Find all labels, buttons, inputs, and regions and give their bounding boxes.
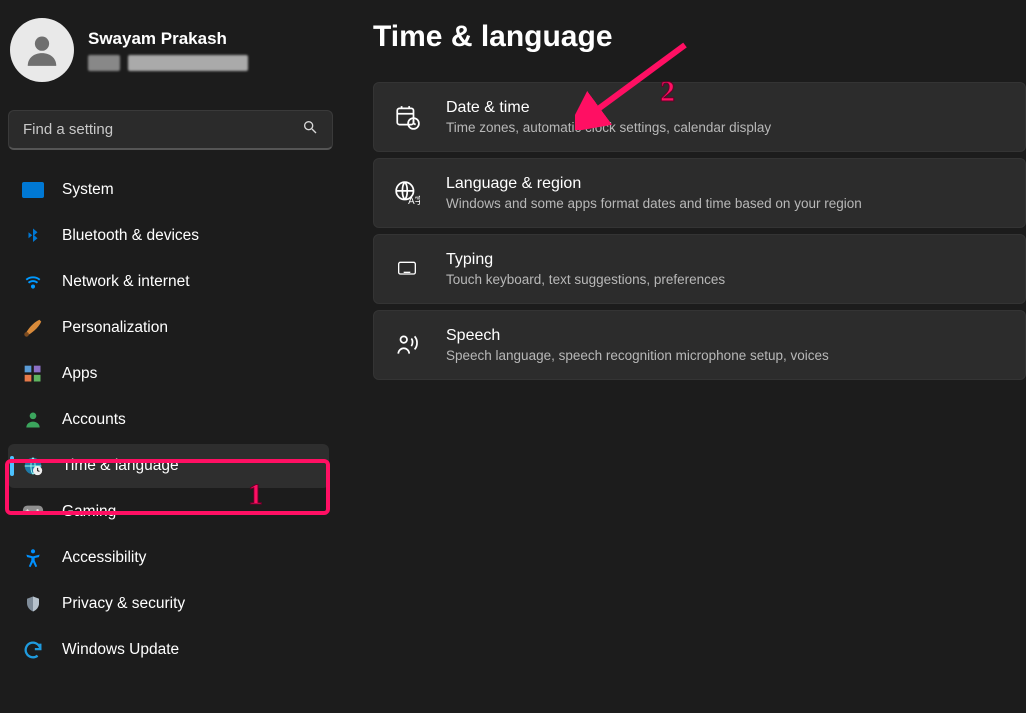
sidebar-item-label: Bluetooth & devices xyxy=(62,227,199,245)
sidebar-item-label: Personalization xyxy=(62,319,168,337)
card-language-region[interactable]: A字 Language & region Windows and some ap… xyxy=(373,158,1026,228)
globe-language-icon: A字 xyxy=(394,180,420,206)
page-title: Time & language xyxy=(373,20,1026,54)
sidebar: Swayam Prakash Find a setting System B xyxy=(0,0,345,713)
card-title: Date & time xyxy=(446,99,771,117)
sidebar-item-apps[interactable]: Apps xyxy=(8,352,329,396)
card-speech[interactable]: Speech Speech language, speech recogniti… xyxy=(373,310,1026,380)
card-sub: Speech language, speech recognition micr… xyxy=(446,348,829,363)
card-sub: Touch keyboard, text suggestions, prefer… xyxy=(446,272,725,287)
sidebar-item-label: Accounts xyxy=(62,411,126,429)
display-icon xyxy=(22,179,44,201)
sidebar-item-accessibility[interactable]: Accessibility xyxy=(8,536,329,580)
card-title: Speech xyxy=(446,327,829,345)
sidebar-item-label: Windows Update xyxy=(62,641,179,659)
clock-globe-icon xyxy=(22,455,44,477)
main-content: Time & language Date & time Time zones, … xyxy=(345,0,1026,713)
paintbrush-icon xyxy=(22,317,44,339)
sidebar-item-label: Gaming xyxy=(62,503,116,521)
nav-list: System Bluetooth & devices Network & int… xyxy=(8,168,337,672)
wifi-icon xyxy=(22,271,44,293)
profile-block[interactable]: Swayam Prakash xyxy=(8,12,337,96)
profile-name: Swayam Prakash xyxy=(88,29,248,49)
card-title: Language & region xyxy=(446,175,862,193)
sidebar-item-privacy[interactable]: Privacy & security xyxy=(8,582,329,626)
sidebar-item-gaming[interactable]: Gaming xyxy=(8,490,329,534)
search-input[interactable]: Find a setting xyxy=(8,110,333,150)
sidebar-item-accounts[interactable]: Accounts xyxy=(8,398,329,442)
card-typing[interactable]: Typing Touch keyboard, text suggestions,… xyxy=(373,234,1026,304)
sidebar-item-system[interactable]: System xyxy=(8,168,329,212)
sidebar-item-label: Network & internet xyxy=(62,273,190,291)
search-placeholder: Find a setting xyxy=(23,121,113,138)
sidebar-item-windows-update[interactable]: Windows Update xyxy=(8,628,329,672)
apps-icon xyxy=(22,363,44,385)
calendar-clock-icon xyxy=(394,104,420,130)
card-title: Typing xyxy=(446,251,725,269)
speech-icon xyxy=(394,332,420,358)
sidebar-item-label: Accessibility xyxy=(62,549,146,567)
profile-email-redacted xyxy=(88,55,248,71)
sidebar-item-time-language[interactable]: Time & language xyxy=(8,444,329,488)
sidebar-item-bluetooth[interactable]: Bluetooth & devices xyxy=(8,214,329,258)
update-icon xyxy=(22,639,44,661)
gamepad-icon xyxy=(22,501,44,523)
keyboard-icon xyxy=(394,256,420,282)
accessibility-icon xyxy=(22,547,44,569)
card-sub: Windows and some apps format dates and t… xyxy=(446,196,862,211)
sidebar-item-label: Time & language xyxy=(62,457,179,475)
settings-card-list: Date & time Time zones, automatic clock … xyxy=(373,82,1026,380)
bluetooth-icon xyxy=(22,225,44,247)
sidebar-item-personalization[interactable]: Personalization xyxy=(8,306,329,350)
sidebar-item-label: Privacy & security xyxy=(62,595,185,613)
card-date-time[interactable]: Date & time Time zones, automatic clock … xyxy=(373,82,1026,152)
sidebar-item-label: Apps xyxy=(62,365,97,383)
shield-icon xyxy=(22,593,44,615)
search-icon xyxy=(302,119,318,140)
person-icon xyxy=(22,409,44,431)
sidebar-item-network[interactable]: Network & internet xyxy=(8,260,329,304)
avatar xyxy=(10,18,74,82)
sidebar-item-label: System xyxy=(62,181,114,199)
svg-text:A字: A字 xyxy=(408,194,420,206)
card-sub: Time zones, automatic clock settings, ca… xyxy=(446,120,771,135)
